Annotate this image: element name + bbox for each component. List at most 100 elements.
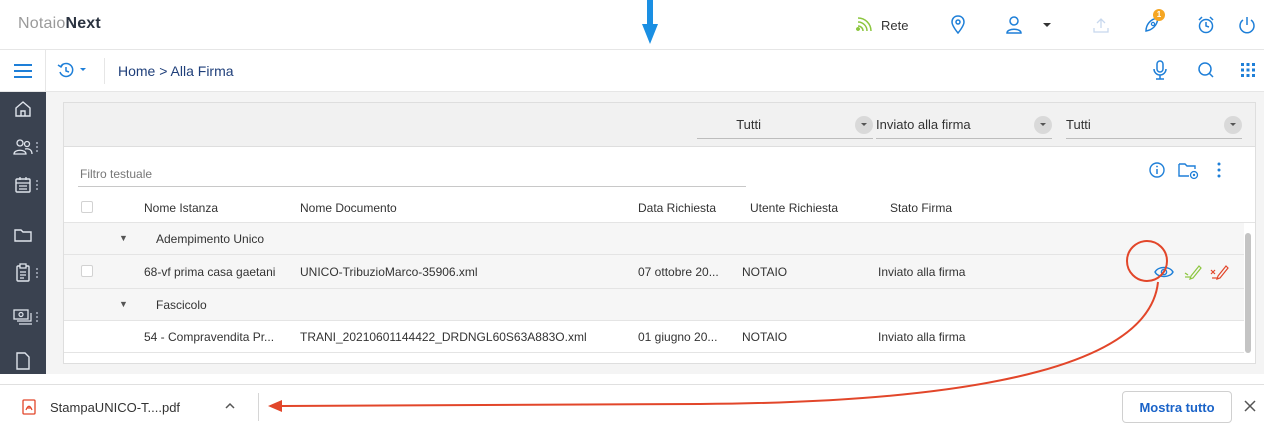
table-row[interactable]: 54 - Compravendita Pr... TRANI_202106011… [64,321,1244,353]
logo-text-next: Next [65,15,101,32]
close-icon [1244,400,1256,412]
cell-documento: UNICO-TribuzioMarco-35906.xml [300,265,478,279]
cell-data: 01 giugno 20... [638,330,718,344]
location-pin-icon [951,15,965,35]
info-button[interactable] [1148,161,1166,184]
power-button[interactable] [1238,13,1256,37]
location-button[interactable] [950,13,966,37]
history-button[interactable] [56,60,87,80]
more-icon [36,312,38,322]
filter-select-2[interactable]: Inviato alla firma [876,113,1052,139]
column-header-utente-richiesta[interactable]: Utente Richiesta [750,201,838,215]
sidebar-item-home[interactable] [0,92,46,126]
expand-toggle-icon[interactable]: ▼ [119,233,128,243]
sidebar-item-payments[interactable] [0,300,46,334]
download-item[interactable]: StampaUNICO-T....pdf [22,399,180,415]
logo-text-notaio: Notaio [18,15,66,32]
vertical-scrollbar[interactable] [1245,233,1251,353]
app-logo[interactable]: NotaioNext [18,15,101,33]
group-label: Fascicolo [156,298,207,312]
annotation-arrow-down [642,0,658,44]
folder-icon [14,229,32,242]
document-icon [16,352,30,370]
power-icon [1239,17,1255,34]
table-header: Nome Istanza Nome Documento Data Richies… [64,193,1255,223]
notifications-button[interactable]: 1 [1142,9,1165,37]
more-icon [36,268,38,278]
annotation-circle [1126,240,1168,282]
filter-select-1-value: Tutti [736,117,761,132]
grid-icon [1241,63,1255,77]
search-icon [1198,62,1214,78]
user-menu-button[interactable] [1005,13,1023,37]
voice-button[interactable] [1152,60,1168,87]
search-button[interactable] [1196,60,1216,85]
more-icon [36,142,38,152]
select-all-checkbox[interactable] [81,201,93,213]
sidebar-item-users[interactable] [0,130,46,164]
cell-utente: NOTAIO [742,265,788,279]
table-row[interactable]: 68-vf prima casa gaetani UNICO-TribuzioM… [64,255,1244,289]
folder-settings-button[interactable] [1178,161,1200,186]
group-label: Adempimento Unico [156,232,265,246]
folder-settings-icon [1178,163,1199,180]
reject-document-button[interactable] [1210,262,1230,283]
top-bar: NotaioNext Rete 1 [0,0,1264,50]
notification-badge: 1 [1153,9,1165,21]
sidebar-item-clipboard[interactable] [0,256,46,290]
filter-select-2-value: Inviato alla firma [876,117,971,132]
chevron-down-icon [855,116,873,134]
home-icon [15,101,31,117]
column-header-nome-istanza[interactable]: Nome Istanza [144,201,218,215]
network-label: Rete [881,17,909,33]
filter-select-3[interactable]: Tutti [1066,113,1242,139]
network-status[interactable]: Rete [855,13,908,37]
info-icon [1149,162,1165,178]
cell-stato: Inviato alla firma [878,265,966,279]
apps-button[interactable] [1240,62,1256,83]
sign-document-button[interactable] [1184,262,1202,283]
filter-select-1[interactable]: Tutti [697,113,873,139]
more-vertical-icon [1217,162,1221,178]
row-checkbox[interactable] [81,265,93,277]
users-icon [13,139,33,155]
download-file-name: StampaUNICO-T....pdf [50,399,181,415]
sidebar [0,92,46,374]
cell-istanza: 68-vf prima casa gaetani [144,265,276,279]
cell-istanza: 54 - Compravendita Pr... [144,330,275,344]
alarm-button[interactable] [1196,13,1216,37]
show-all-button[interactable]: Mostra tutto [1122,391,1232,423]
user-icon [1006,16,1022,34]
cell-stato: Inviato alla firma [878,330,966,344]
upload-icon [1093,18,1109,33]
group-row[interactable]: ▼ Adempimento Unico [64,223,1244,255]
cell-data: 07 ottobre 20... [638,265,719,279]
close-download-bar-button[interactable] [1244,399,1256,417]
text-filter-input[interactable]: Filtro testuale [78,159,746,187]
alarm-clock-icon [1198,16,1214,34]
divider [104,58,105,84]
more-options-button[interactable] [1216,161,1222,184]
column-header-nome-documento[interactable]: Nome Documento [300,201,397,215]
expand-toggle-icon[interactable]: ▼ [119,299,128,309]
sidebar-item-folders[interactable] [0,218,46,252]
microphone-icon [1153,60,1167,80]
download-options-button[interactable] [224,399,236,417]
user-menu-dropdown[interactable] [1042,13,1052,37]
breadcrumb[interactable]: Home > Alla Firma [118,63,234,79]
upload-button[interactable] [1092,13,1110,37]
sidebar-item-calendar[interactable] [0,168,46,202]
sidebar-item-documents[interactable] [0,344,46,378]
hamburger-menu-button[interactable] [0,50,46,92]
nav-bar: Home > Alla Firma [0,50,1264,92]
caret-down-icon [1043,23,1051,27]
filter-select-3-value: Tutti [1066,117,1091,132]
group-row[interactable]: ▼ Fascicolo [64,289,1244,321]
chevron-up-icon [225,402,235,409]
cell-utente: NOTAIO [742,330,788,344]
chevron-down-icon [1034,116,1052,134]
column-header-stato-firma[interactable]: Stato Firma [890,201,952,215]
column-header-data-richiesta[interactable]: Data Richiesta [638,201,716,215]
pdf-file-icon [22,399,36,415]
reject-pen-icon [1210,265,1229,280]
